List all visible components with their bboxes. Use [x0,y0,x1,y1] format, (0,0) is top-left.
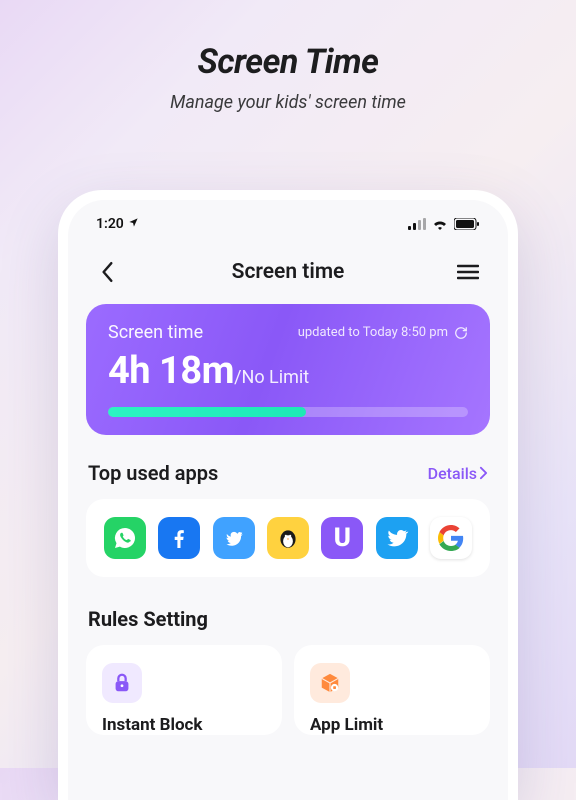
progress-fill [108,407,306,417]
app-penguin[interactable] [267,517,309,559]
signal-icon [408,218,426,230]
rule-instant-block[interactable]: Instant Block [86,645,282,735]
lock-icon [111,672,133,694]
device-frame: 1:20 Screen time [58,190,518,800]
card-label: Screen time [108,322,203,343]
battery-icon [454,218,480,230]
nav-bar: Screen time [86,240,490,304]
hero-subtitle: Manage your kids' screen time [0,92,576,113]
device-screen: 1:20 Screen time [68,200,508,800]
app-facebook[interactable] [158,517,200,559]
details-link[interactable]: Details [428,464,488,483]
wifi-icon [432,218,448,230]
top-used-title: Top used apps [88,461,218,485]
app-u[interactable]: U [321,517,363,559]
back-button[interactable] [94,258,122,286]
status-bar: 1:20 [86,214,490,240]
progress-track [108,407,468,417]
card-updated: updated to Today 8:50 pm [298,325,468,340]
app-twitter[interactable] [376,517,418,559]
app-bird[interactable] [213,517,255,559]
app-whatsapp[interactable] [104,517,146,559]
time-value: 4h 18m [108,349,234,393]
chevron-right-icon [479,466,488,480]
menu-button[interactable] [454,258,482,286]
screen-time-card[interactable]: Screen time updated to Today 8:50 pm 4h … [86,304,490,435]
rule-name: Instant Block [102,715,266,735]
rule-app-limit[interactable]: App Limit [294,645,490,735]
card-updated-text: updated to Today 8:50 pm [298,325,448,340]
rule-name: App Limit [310,715,474,735]
refresh-icon [454,326,468,340]
nav-title: Screen time [232,260,345,284]
time-limit: /No Limit [234,367,309,388]
app-google[interactable] [430,517,472,559]
rules-title: Rules Setting [88,607,488,631]
status-time: 1:20 [96,216,124,232]
box-icon [319,672,341,694]
location-icon [128,216,139,232]
hero-title: Screen Time [0,42,576,82]
top-used-apps: U [86,499,490,577]
details-link-label: Details [428,464,477,483]
